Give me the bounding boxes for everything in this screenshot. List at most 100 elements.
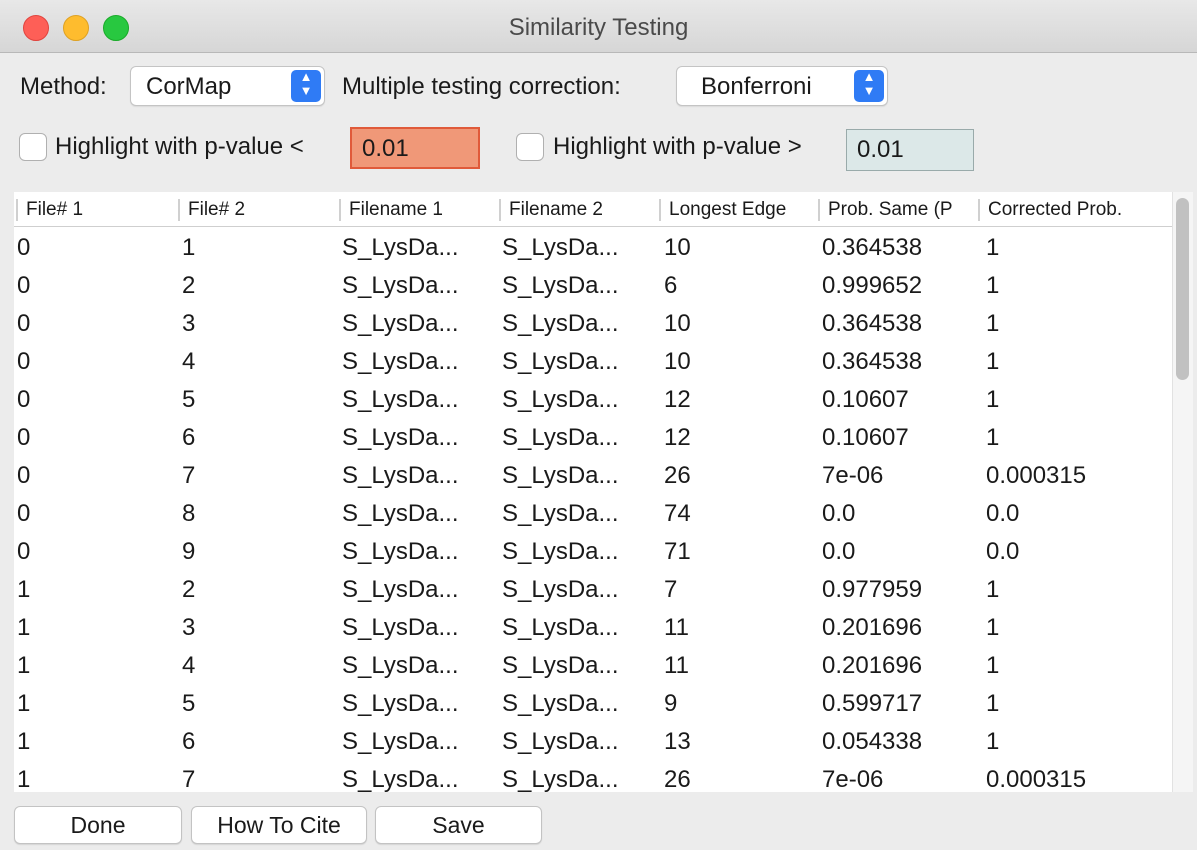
table-cell: S_LysDa... <box>342 652 459 679</box>
column-header-corrected-prob[interactable]: Corrected Prob. <box>978 199 1172 221</box>
table-cell: 74 <box>664 500 691 527</box>
table-cell: 1 <box>986 310 1000 337</box>
method-select[interactable]: CorMap ▲ ▼ <box>130 66 325 106</box>
table-cell: 4 <box>182 652 196 679</box>
table-cell: 0.0 <box>822 500 856 527</box>
table-row[interactable]: 0 9 S_LysDa... S_LysDa... 71 0.0 0.0 <box>14 532 1172 570</box>
table-row[interactable]: 1 5 S_LysDa... S_LysDa... 9 0.599717 1 <box>14 684 1172 722</box>
how-to-cite-button[interactable]: How To Cite <box>191 806 367 844</box>
table-cell: S_LysDa... <box>502 728 619 755</box>
table-cell: 11 <box>664 652 689 679</box>
highlight-high-input[interactable]: 0.01 <box>846 129 974 171</box>
table-row[interactable]: 1 7 S_LysDa... S_LysDa... 26 7e-06 0.000315 <box>14 760 1172 792</box>
highlight-high-checkbox[interactable] <box>516 133 544 161</box>
table-cell: 1 <box>986 728 1000 755</box>
table-row[interactable]: 0 3 S_LysDa... S_LysDa... 10 0.364538 1 <box>14 304 1172 342</box>
table-cell: 0.999652 <box>822 272 923 299</box>
table-cell: 1 <box>17 652 31 679</box>
column-header-filename2[interactable]: Filename 2 <box>499 199 657 221</box>
table-header: File# 1 File# 2 Filename 1 Filename 2 Lo… <box>14 192 1172 227</box>
highlight-low-input[interactable]: 0.01 <box>350 127 480 169</box>
results-table: File# 1 File# 2 Filename 1 Filename 2 Lo… <box>14 192 1172 792</box>
table-row[interactable]: 1 4 S_LysDa... S_LysDa... 11 0.201696 1 <box>14 646 1172 684</box>
table-cell: 0 <box>17 310 31 337</box>
table-cell: 0.201696 <box>822 614 923 641</box>
table-cell: S_LysDa... <box>342 766 459 792</box>
table-cell: 9 <box>182 538 196 565</box>
save-button[interactable]: Save <box>375 806 542 844</box>
chevron-updown-icon: ▲ ▼ <box>291 70 321 102</box>
table-cell: 2 <box>182 272 196 299</box>
table-cell: 1 <box>986 614 1000 641</box>
table-row[interactable]: 0 7 S_LysDa... S_LysDa... 26 7e-06 0.000315 <box>14 456 1172 494</box>
table-cell: 0.10607 <box>822 386 909 413</box>
table-cell: 12 <box>664 424 691 451</box>
table-cell: 0.977959 <box>822 576 923 603</box>
correction-select[interactable]: Bonferroni ▲ ▼ <box>676 66 888 106</box>
table-cell: 7 <box>182 766 196 792</box>
table-cell: S_LysDa... <box>342 234 459 261</box>
table-cell: 0 <box>17 500 31 527</box>
column-header-longest-edge[interactable]: Longest Edge <box>659 199 817 221</box>
table-cell: 0 <box>17 424 31 451</box>
highlight-low-label: Highlight with p-value < <box>55 133 304 160</box>
done-button[interactable]: Done <box>14 806 182 844</box>
table-cell: 0 <box>17 348 31 375</box>
table-cell: S_LysDa... <box>342 614 459 641</box>
table-cell: 2 <box>182 576 196 603</box>
table-cell: 6 <box>664 272 678 299</box>
highlight-low-checkbox[interactable] <box>19 133 47 161</box>
table-cell: 3 <box>182 614 196 641</box>
table-cell: 5 <box>182 386 196 413</box>
table-cell: S_LysDa... <box>342 500 459 527</box>
table-cell: 1 <box>182 234 196 261</box>
table-row[interactable]: 1 2 S_LysDa... S_LysDa... 7 0.977959 1 <box>14 570 1172 608</box>
table-cell: 7 <box>182 462 196 489</box>
table-row[interactable]: 1 6 S_LysDa... S_LysDa... 13 0.054338 1 <box>14 722 1172 760</box>
table-cell: 1 <box>986 234 1000 261</box>
table-cell: 0.599717 <box>822 690 923 717</box>
table-cell: S_LysDa... <box>342 576 459 603</box>
table-cell: 10 <box>664 348 691 375</box>
table-cell: S_LysDa... <box>342 272 459 299</box>
column-header-prob-same[interactable]: Prob. Same (P <box>818 199 980 221</box>
table-row[interactable]: 1 3 S_LysDa... S_LysDa... 11 0.201696 1 <box>14 608 1172 646</box>
table-cell: S_LysDa... <box>342 348 459 375</box>
table-cell: 10 <box>664 310 691 337</box>
table-cell: 0.0 <box>986 538 1020 565</box>
table-row[interactable]: 0 8 S_LysDa... S_LysDa... 74 0.0 0.0 <box>14 494 1172 532</box>
table-cell: 26 <box>664 462 691 489</box>
column-header-filename1[interactable]: Filename 1 <box>339 199 497 221</box>
table-row[interactable]: 0 4 S_LysDa... S_LysDa... 10 0.364538 1 <box>14 342 1172 380</box>
table-cell: 0.201696 <box>822 652 923 679</box>
scrollbar-thumb[interactable] <box>1176 198 1189 380</box>
table-cell: 10 <box>664 234 691 261</box>
table-row[interactable]: 0 1 S_LysDa... S_LysDa... 10 0.364538 1 <box>14 228 1172 266</box>
table-row[interactable]: 0 6 S_LysDa... S_LysDa... 12 0.10607 1 <box>14 418 1172 456</box>
column-header-file2[interactable]: File# 2 <box>178 199 338 221</box>
table-row[interactable]: 0 2 S_LysDa... S_LysDa... 6 0.999652 1 <box>14 266 1172 304</box>
table-cell: S_LysDa... <box>502 652 619 679</box>
table-cell: S_LysDa... <box>502 462 619 489</box>
table-cell: S_LysDa... <box>502 348 619 375</box>
chevron-updown-icon: ▲ ▼ <box>854 70 884 102</box>
table-cell: S_LysDa... <box>342 728 459 755</box>
method-label: Method: <box>20 73 107 100</box>
table-cell: S_LysDa... <box>502 766 619 792</box>
method-value: CorMap <box>146 73 232 100</box>
table-cell: 0 <box>17 462 31 489</box>
table-cell: 6 <box>182 424 196 451</box>
table-cell: 1 <box>986 690 1000 717</box>
table-cell: 5 <box>182 690 196 717</box>
table-scrollbar[interactable] <box>1172 192 1193 792</box>
table-cell: 6 <box>182 728 196 755</box>
table-cell: S_LysDa... <box>342 690 459 717</box>
correction-value: Bonferroni <box>701 73 812 100</box>
window-title: Similarity Testing <box>508 14 689 41</box>
table-cell: 0.364538 <box>822 348 923 375</box>
table-cell: 11 <box>664 614 689 641</box>
table-row[interactable]: 0 5 S_LysDa... S_LysDa... 12 0.10607 1 <box>14 380 1172 418</box>
table-cell: 1 <box>17 690 31 717</box>
table-cell: 0.364538 <box>822 310 923 337</box>
column-header-file1[interactable]: File# 1 <box>16 199 176 221</box>
